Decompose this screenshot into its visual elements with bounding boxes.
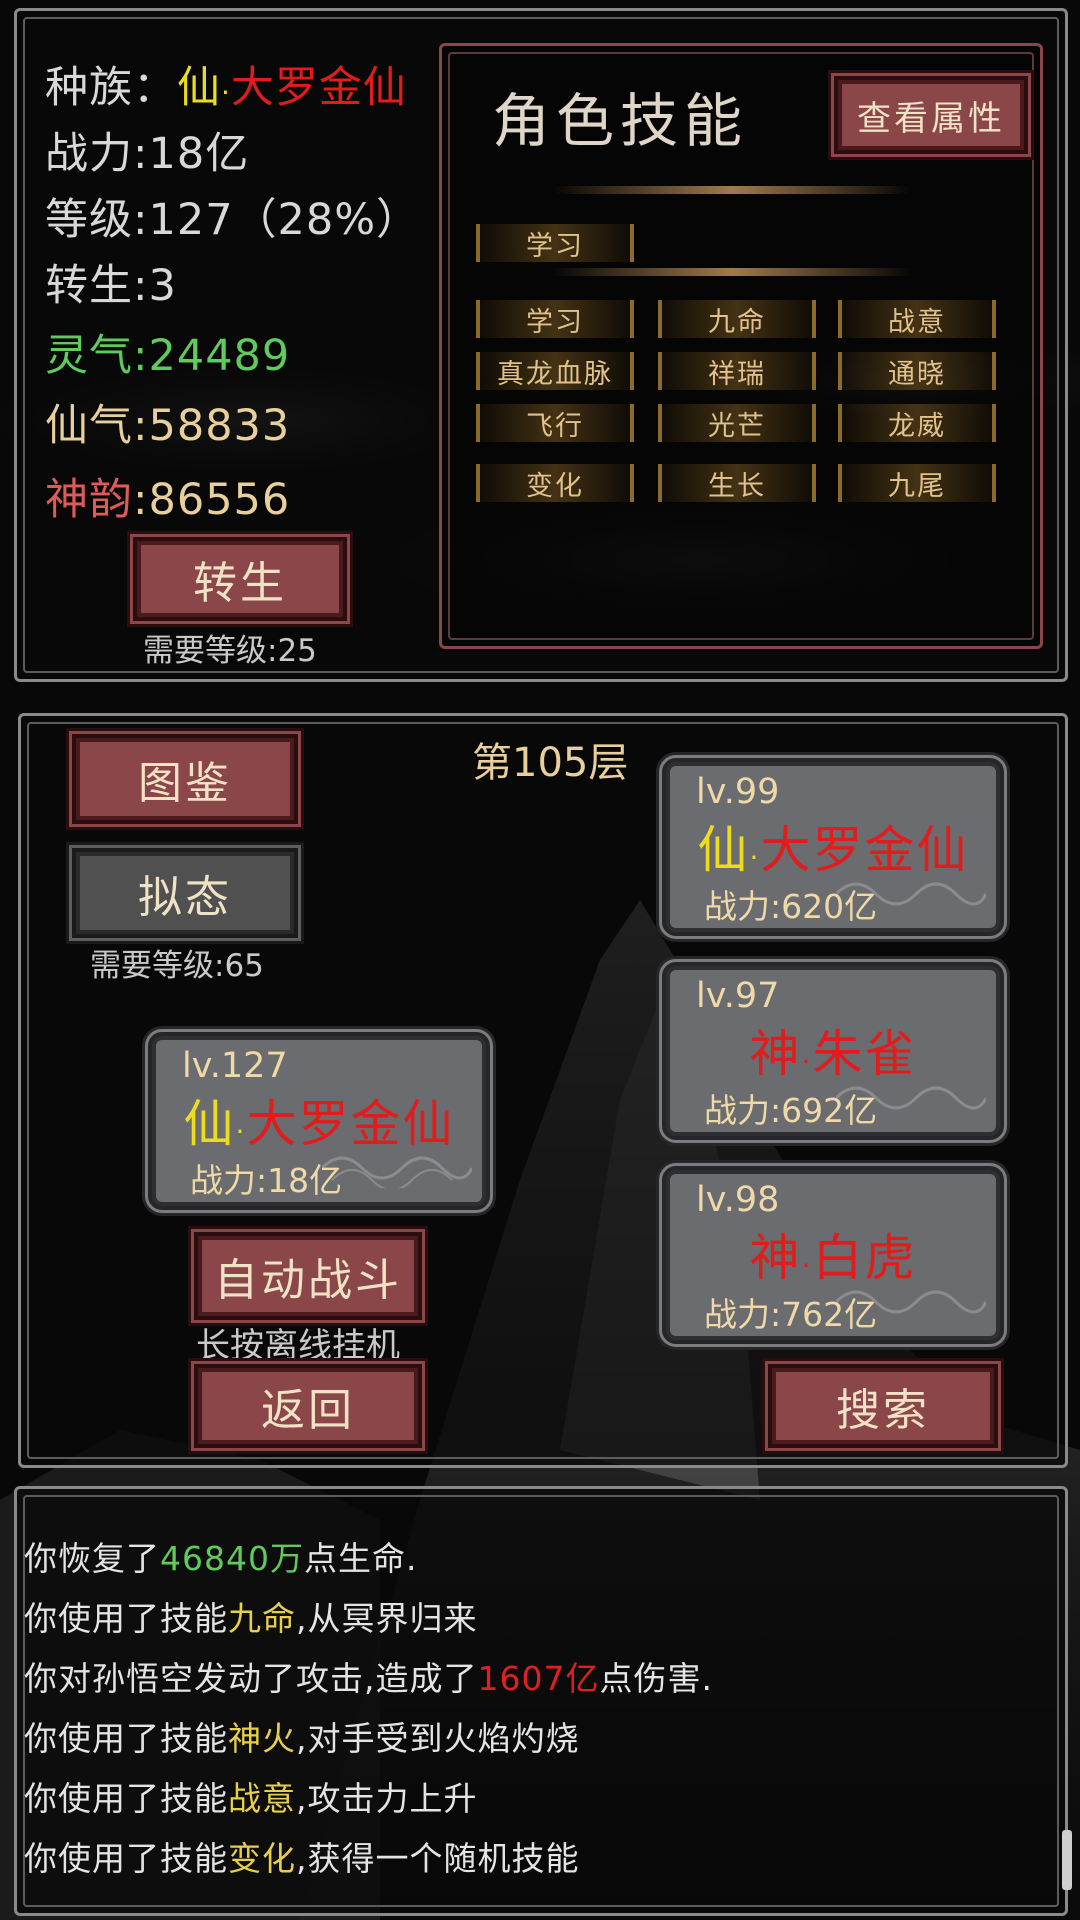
shenyun-stat: 神韵:86556 xyxy=(45,465,290,527)
divider xyxy=(552,268,912,276)
skills-panel: 角色技能 查看属性 学习 学习 九命 战意 真龙血脉 祥瑞 通晓 飞行 光芒 龙… xyxy=(439,43,1043,649)
mimic-button[interactable]: 拟态 xyxy=(69,845,301,941)
rebirth-button[interactable]: 转生 xyxy=(130,534,350,624)
log-line: 你使用了技能九命,从冥界归来 xyxy=(24,1599,478,1638)
lingqi-value: :24489 xyxy=(133,331,291,381)
power-stat: 战力:18亿 xyxy=(45,129,250,179)
skill-slot[interactable]: 祥瑞 xyxy=(658,352,816,390)
log-line: 你恢复了46840万点生命. xyxy=(24,1539,418,1578)
skill-slot[interactable]: 变化 xyxy=(476,464,634,502)
enemy-separator: · xyxy=(749,841,761,874)
log-line: 你对孙悟空发动了攻击,造成了1607亿点伤害. xyxy=(24,1659,713,1698)
skills-title: 角色技能 xyxy=(492,87,749,155)
level-stat: 等级:127（28%） xyxy=(45,195,421,245)
enemy-prefix: 神 xyxy=(749,1025,802,1083)
enemy-card[interactable]: lv.97 神·朱雀 战力:692亿 xyxy=(659,959,1007,1143)
player-separator: · xyxy=(235,1115,247,1148)
log-line: 你使用了技能变化,获得一个随机技能 xyxy=(24,1839,580,1878)
player-power: 战力:18亿 xyxy=(190,1161,343,1200)
skill-slot[interactable]: 学习 xyxy=(476,300,634,338)
skill-slot[interactable]: 生长 xyxy=(658,464,816,502)
enemy-prefix: 神 xyxy=(749,1229,802,1287)
divider xyxy=(552,186,912,194)
skill-slot[interactable]: 真龙血脉 xyxy=(476,352,634,390)
player-level: lv.127 xyxy=(182,1046,288,1086)
back-button[interactable]: 返回 xyxy=(191,1361,425,1451)
enemy-separator: · xyxy=(801,1249,813,1282)
active-skill-slot[interactable]: 学习 xyxy=(476,224,634,262)
rebirth-requirement: 需要等级:25 xyxy=(143,633,317,669)
enemy-prefix: 仙 xyxy=(697,821,750,879)
skill-slot[interactable]: 飞行 xyxy=(476,404,634,442)
race-stat: 种族：仙·大罗金仙 xyxy=(45,53,407,115)
auto-battle-hint: 长按离线挂机 xyxy=(196,1326,400,1366)
skill-slot[interactable]: 龙威 xyxy=(838,404,996,442)
enemy-separator: · xyxy=(801,1045,813,1078)
enemy-level: lv.98 xyxy=(696,1180,780,1220)
shenyun-label: 神韵 xyxy=(45,475,133,525)
player-prefix: 仙 xyxy=(183,1095,236,1153)
cloud-pattern xyxy=(836,1086,986,1110)
lingqi-stat: 灵气:24489 xyxy=(45,321,290,383)
floor-title: 第105层 xyxy=(472,740,629,786)
race-name: 大罗金仙 xyxy=(230,63,407,113)
enemy-level: lv.97 xyxy=(696,976,780,1016)
xianqi-label: 仙气 xyxy=(45,401,133,451)
skill-slot[interactable]: 光芒 xyxy=(658,404,816,442)
skill-slot[interactable]: 通晓 xyxy=(838,352,996,390)
race-separator: · xyxy=(221,76,231,109)
search-button[interactable]: 搜索 xyxy=(765,1361,1001,1451)
skill-slot[interactable]: 九尾 xyxy=(838,464,996,502)
xianqi-stat: 仙气:58833 xyxy=(45,391,290,453)
shenyun-value: :86556 xyxy=(133,475,291,525)
xianqi-value: :58833 xyxy=(133,401,291,451)
log-line: 你使用了技能战意,攻击力上升 xyxy=(24,1779,478,1818)
log-line: 你使用了技能神火,对手受到火焰灼烧 xyxy=(24,1719,580,1758)
auto-battle-button[interactable]: 自动战斗 xyxy=(191,1229,425,1323)
cloud-pattern xyxy=(322,1156,472,1188)
log-scrollbar[interactable] xyxy=(1062,1830,1072,1890)
race-label: 种族： xyxy=(45,63,177,113)
lingqi-label: 灵气 xyxy=(45,331,133,381)
skill-slot[interactable]: 战意 xyxy=(838,300,996,338)
atlas-button[interactable]: 图鉴 xyxy=(69,731,301,827)
rebirth-stat: 转生:3 xyxy=(45,261,177,311)
cloud-pattern xyxy=(836,1290,986,1314)
skill-slot[interactable]: 九命 xyxy=(658,300,816,338)
enemy-card[interactable]: lv.98 神·白虎 战力:762亿 xyxy=(659,1163,1007,1347)
character-panel: 种族：仙·大罗金仙 战力:18亿 等级:127（28%） 转生:3 灵气:244… xyxy=(14,8,1068,682)
enemy-level: lv.99 xyxy=(696,772,780,812)
enemy-card[interactable]: lv.99 仙·大罗金仙 战力:620亿 xyxy=(659,755,1007,939)
race-prefix: 仙 xyxy=(177,63,221,113)
player-card[interactable]: lv.127 仙·大罗金仙 战力:18亿 xyxy=(145,1029,493,1213)
view-attributes-button[interactable]: 查看属性 xyxy=(831,73,1031,157)
cloud-pattern xyxy=(836,882,986,906)
mimic-requirement: 需要等级:65 xyxy=(90,948,264,984)
